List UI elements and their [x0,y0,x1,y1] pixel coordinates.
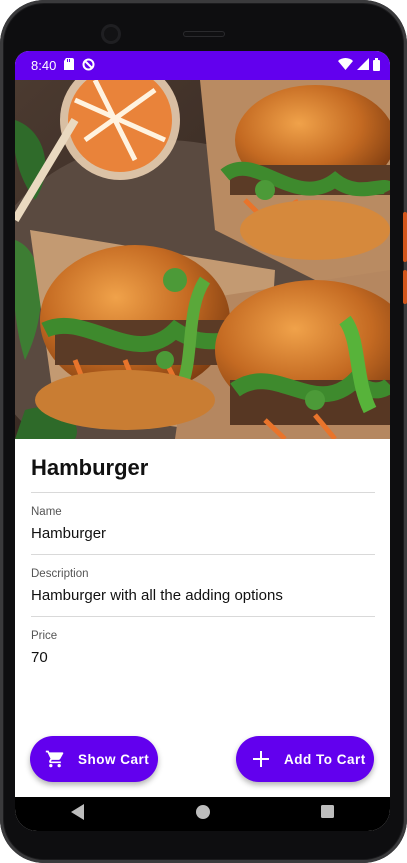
nav-recents-button[interactable] [308,797,348,831]
add-to-cart-button[interactable]: Add To Cart [236,736,374,782]
cart-icon [44,748,66,770]
status-right-icons [338,57,380,74]
show-cart-button[interactable]: Show Cart [30,736,158,782]
signal-icon [357,58,369,73]
plus-icon [250,748,272,770]
name-label: Name [31,506,62,518]
volume-button [403,270,407,304]
battery-icon [373,57,380,74]
status-bar: 8:40 [15,51,390,80]
product-image [15,80,390,439]
wifi-icon [338,58,353,73]
phone-frame: 8:40 Hamburger Name Hamburger Descriptio… [0,0,407,863]
product-title: Hamburger [31,455,149,480]
description-divider [31,616,375,617]
system-nav-bar [15,797,390,831]
price-value: 70 [31,649,48,666]
title-divider [31,492,375,493]
nav-home-button[interactable] [183,797,223,831]
name-divider [31,554,375,555]
status-time: 8:40 [31,58,57,73]
front-camera [101,24,121,44]
nav-back-button[interactable] [58,797,98,831]
price-label: Price [31,630,58,642]
sd-card-icon [64,58,75,73]
recents-icon [321,805,334,823]
data-saver-icon [82,58,95,74]
earpiece-speaker [183,31,225,37]
power-button [403,212,407,262]
description-label: Description [31,568,89,580]
back-icon [70,803,85,825]
add-to-cart-label: Add To Cart [284,751,366,767]
home-icon [195,804,210,824]
show-cart-label: Show Cart [78,751,150,767]
name-value: Hamburger [31,525,107,542]
description-value: Hamburger with all the adding options [31,587,283,604]
app-screen: 8:40 Hamburger Name Hamburger Descriptio… [15,51,390,831]
